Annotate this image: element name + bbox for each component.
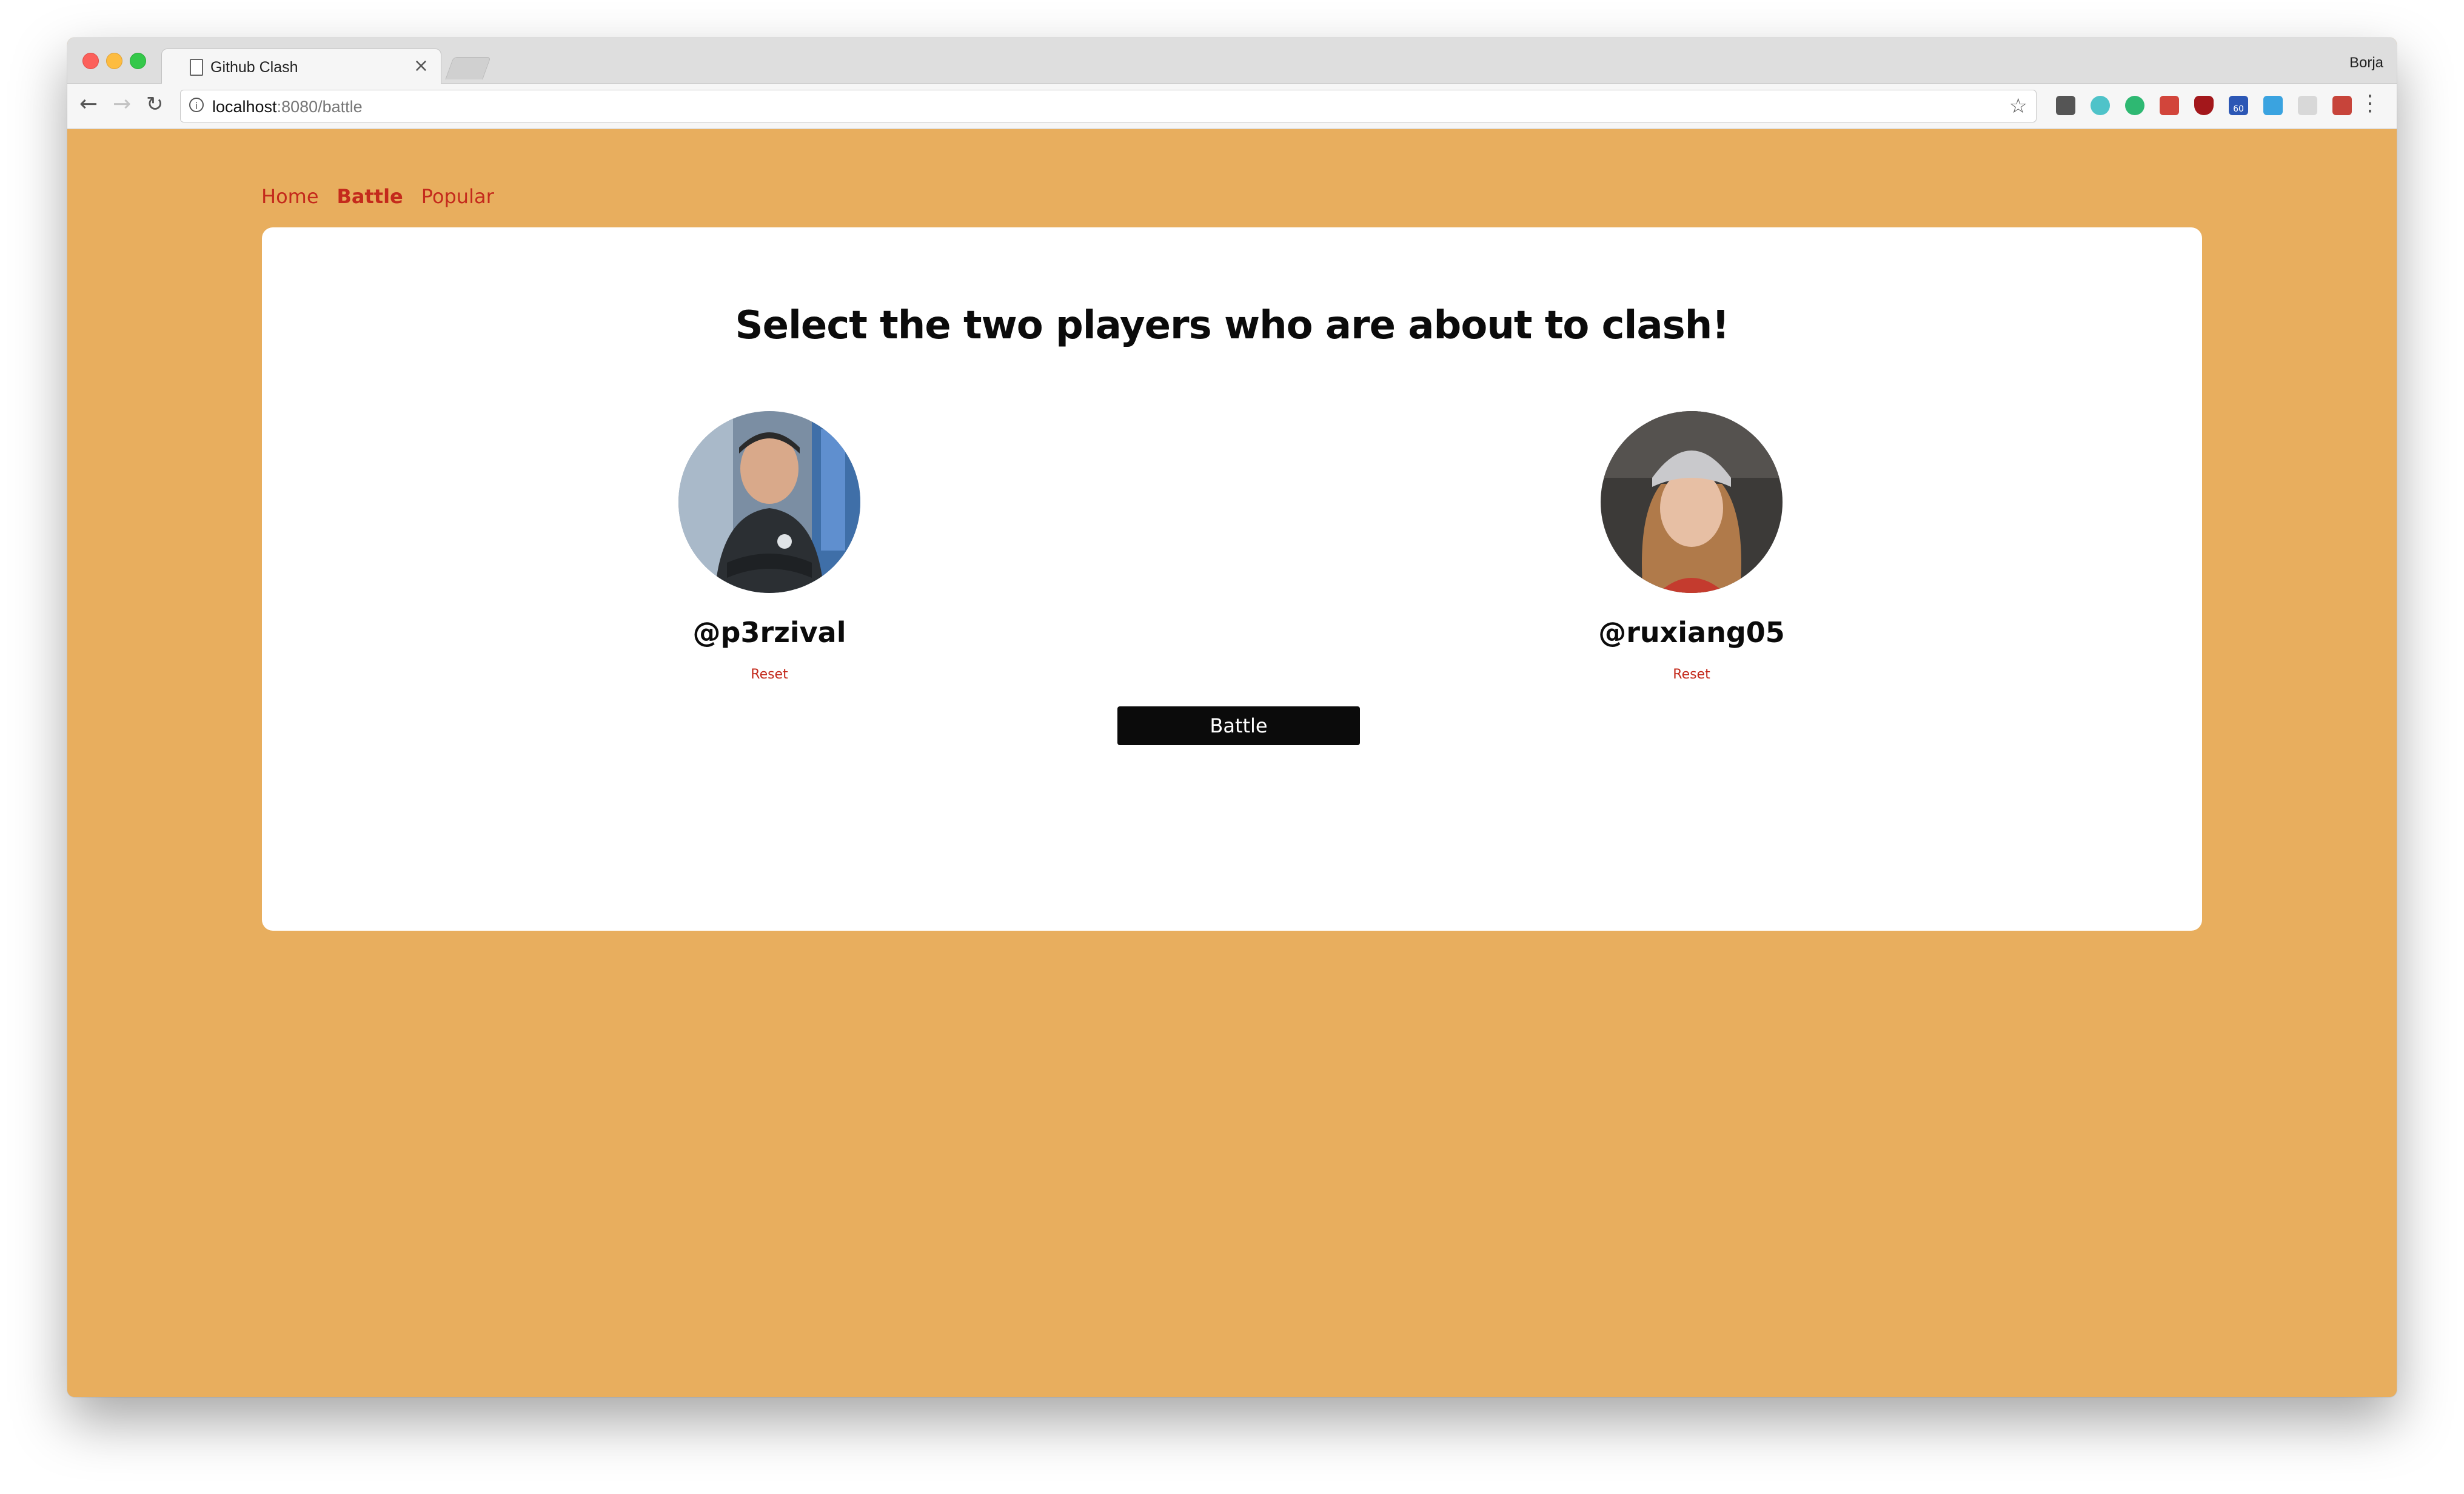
battle-card: Select the two players who are about to … [262, 227, 2202, 931]
profile-name[interactable]: Borja [2349, 55, 2383, 72]
ublock-extension-icon[interactable] [2194, 96, 2214, 115]
tab-close-icon[interactable]: × [413, 55, 429, 76]
page-content: Home Battle Popular Select the two playe… [67, 129, 2397, 1397]
nav-link-battle[interactable]: Battle [337, 185, 403, 208]
player-one-handle: @p3rzival [692, 616, 846, 649]
minimize-window-button[interactable] [106, 53, 122, 69]
badge-extension-icon[interactable]: 60 [2229, 96, 2248, 115]
pocket-extension-icon[interactable] [2056, 96, 2075, 115]
page-title: Select the two players who are about to … [735, 303, 1729, 348]
teal-extension-icon[interactable] [2091, 96, 2110, 115]
url-text[interactable]: localhost:8080/battle [212, 98, 363, 116]
url-host: localhost [212, 98, 277, 116]
player-two-avatar [1601, 411, 1783, 593]
image-extension-icon[interactable] [2332, 96, 2352, 115]
player-one-reset-button[interactable]: Reset [630, 667, 909, 682]
battle-button[interactable]: Battle [1117, 706, 1360, 745]
back-arrow-icon[interactable]: ← [79, 92, 98, 116]
nav-link-popular[interactable]: Popular [421, 185, 494, 208]
red-extension-icon[interactable] [2160, 96, 2179, 115]
tab-strip: Github Clash × Borja [67, 38, 2397, 84]
player-two-reset-button[interactable]: Reset [1552, 667, 1831, 682]
close-window-button[interactable] [82, 53, 99, 69]
player-two-avatar-image [1601, 411, 1783, 593]
search-extension-icon[interactable] [2298, 96, 2317, 115]
grammarly-extension-icon[interactable] [2125, 96, 2144, 115]
address-bar[interactable]: i localhost:8080/battle ☆ [180, 90, 2037, 122]
page-icon [190, 59, 203, 76]
player-one-avatar-image [678, 411, 860, 593]
tab-title: Github Clash [210, 59, 298, 76]
info-icon[interactable]: i [189, 98, 204, 112]
forward-arrow-icon[interactable]: → [113, 92, 131, 116]
extension-badge-count: 60 [2233, 104, 2244, 114]
player-one: @p3rzival Reset [630, 411, 909, 682]
player-two-handle: @ruxiang05 [1598, 616, 1785, 649]
new-tab-button[interactable] [445, 57, 491, 79]
reload-icon[interactable]: ↻ [146, 92, 164, 116]
player-two: @ruxiang05 Reset [1552, 411, 1831, 682]
bookmark-star-icon[interactable]: ☆ [2009, 94, 2027, 118]
browser-menu-icon[interactable]: ⋮ [2359, 91, 2381, 116]
player-one-avatar [678, 411, 860, 593]
browser-window: Github Clash × Borja ← → ↻ i localhost:8… [67, 38, 2397, 1397]
browser-toolbar: ← → ↻ i localhost:8080/battle ☆ 60 ⋮ [67, 84, 2397, 129]
blue-extension-icon[interactable] [2263, 96, 2283, 115]
maximize-window-button[interactable] [130, 53, 146, 69]
url-path: :8080/battle [276, 98, 363, 116]
top-nav: Home Battle Popular [261, 185, 494, 208]
nav-link-home[interactable]: Home [261, 185, 319, 208]
browser-tab[interactable]: Github Clash × [161, 49, 441, 84]
